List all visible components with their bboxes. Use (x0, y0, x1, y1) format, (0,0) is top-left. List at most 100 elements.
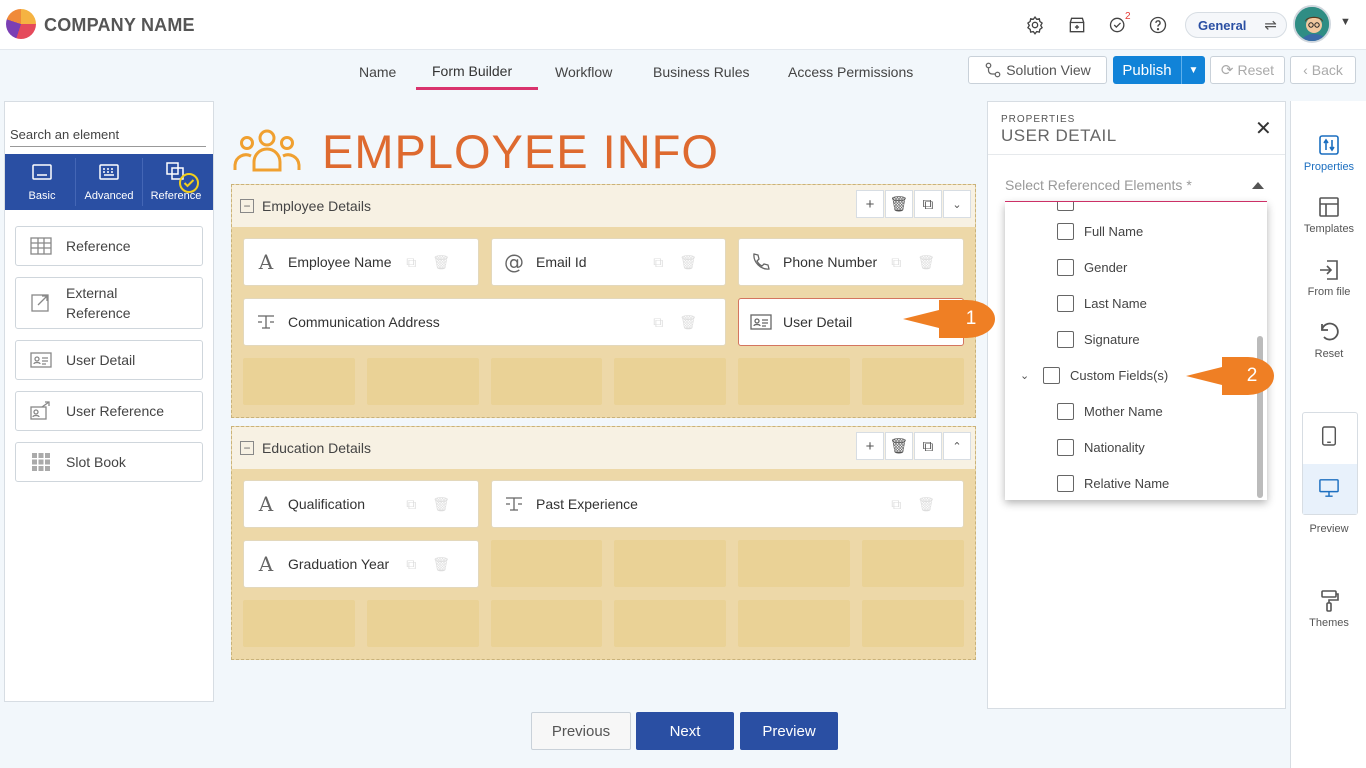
rail-from-file[interactable]: From file (1292, 258, 1366, 298)
empty-slot[interactable] (243, 600, 355, 647)
element-search-input[interactable]: Search an element (10, 127, 206, 147)
field-past-experience[interactable]: Past Experience ⧉🗑 (491, 480, 964, 528)
delete-icon[interactable]: 🗑 (885, 190, 913, 218)
category-advanced[interactable]: Advanced (76, 158, 143, 206)
tab-workflow[interactable]: Workflow (555, 64, 612, 80)
palette-item-user-detail[interactable]: User Detail (15, 340, 203, 380)
checkbox[interactable] (1057, 438, 1074, 456)
rail-label: Properties (1303, 161, 1355, 173)
copy-icon[interactable]: ⧉ (914, 190, 942, 218)
next-button[interactable]: Next (636, 712, 734, 750)
notification-badge: 2 (1125, 11, 1131, 22)
delete-icon[interactable]: 🗑 (885, 432, 913, 460)
option-nationality[interactable]: Nationality (1005, 429, 1255, 465)
field-actions-icon: ⧉🗑 (406, 495, 466, 512)
collapse-icon[interactable]: − (240, 199, 254, 213)
palette-item-reference[interactable]: Reference (15, 226, 203, 266)
user-menu-caret-icon[interactable]: ▼ (1340, 16, 1351, 28)
rail-reset[interactable]: Reset (1292, 320, 1366, 360)
active-tab-indicator (416, 87, 538, 90)
option-label: Gender (1084, 259, 1128, 275)
reset-button[interactable]: ⟳ Reset (1210, 56, 1285, 84)
workspace-switcher[interactable]: General ⇌ (1185, 12, 1287, 38)
solution-view-button[interactable]: Solution View (968, 56, 1107, 84)
option-last-name[interactable]: Last Name (1005, 285, 1255, 321)
callout-1: 1 (903, 300, 995, 338)
empty-slot[interactable] (614, 358, 726, 405)
close-icon[interactable]: ✕ (1255, 116, 1272, 141)
company-name: COMPANY NAME (44, 15, 195, 35)
grid-slots-icon (16, 452, 66, 472)
option-signature[interactable]: Signature (1005, 321, 1255, 357)
empty-slot[interactable] (491, 600, 602, 647)
help-icon[interactable] (1147, 14, 1169, 36)
empty-slot[interactable] (862, 600, 964, 647)
option-label: Signature (1084, 331, 1140, 347)
checkbox[interactable] (1057, 258, 1074, 276)
rail-properties[interactable]: Properties (1292, 133, 1366, 173)
rail-templates[interactable]: Templates (1292, 195, 1366, 235)
checkbox[interactable] (1043, 366, 1060, 384)
tab-business-rules[interactable]: Business Rules (653, 64, 750, 80)
chevron-down-icon[interactable]: ⌄ (943, 190, 971, 218)
store-icon[interactable] (1066, 14, 1088, 36)
caret-up-icon[interactable] (1252, 182, 1264, 189)
add-icon[interactable]: + (856, 190, 884, 218)
option-gender[interactable]: Gender (1005, 249, 1255, 285)
checkbox[interactable] (1057, 474, 1074, 492)
field-phone-number[interactable]: Phone Number ⧉🗑 (738, 238, 964, 286)
copy-icon[interactable]: ⧉ (914, 432, 942, 460)
checkbox[interactable] (1057, 202, 1074, 211)
option-full-name[interactable]: Full Name (1005, 213, 1255, 249)
selected-check-icon (179, 173, 199, 193)
chevron-up-icon[interactable]: ⌃ (943, 432, 971, 460)
palette-item-external-reference[interactable]: External Reference (15, 277, 203, 329)
desktop-icon[interactable] (1318, 478, 1340, 503)
publish-button[interactable]: Publish ▼ (1113, 56, 1205, 84)
external-link-icon (16, 293, 66, 313)
option-relative-name[interactable]: Relative Name (1005, 465, 1255, 500)
referenced-elements-select[interactable]: Select Referenced Elements * (1005, 177, 1267, 202)
empty-slot[interactable] (738, 540, 850, 587)
field-qualification[interactable]: A Qualification ⧉🗑 (243, 480, 479, 528)
empty-slot[interactable] (738, 600, 850, 647)
field-graduation-year[interactable]: A Graduation Year ⧉🗑 (243, 540, 479, 588)
empty-slot[interactable] (862, 540, 964, 587)
add-icon[interactable]: + (856, 432, 884, 460)
tab-name[interactable]: Name (359, 64, 396, 80)
field-email-id[interactable]: @ Email Id ⧉🗑 (491, 238, 726, 286)
empty-slot[interactable] (491, 358, 602, 405)
tab-access-permissions[interactable]: Access Permissions (788, 64, 913, 80)
chevron-down-icon[interactable]: ⌄ (1020, 369, 1043, 382)
field-communication-address[interactable]: Communication Address ⧉🗑 (243, 298, 726, 346)
mobile-icon[interactable] (1320, 425, 1338, 452)
palette-item-user-reference[interactable]: User Reference (15, 391, 203, 431)
option-mother-name[interactable]: Mother Name (1005, 393, 1255, 429)
user-avatar[interactable] (1293, 5, 1331, 43)
settings-gear-icon[interactable] (1024, 14, 1046, 36)
rail-themes[interactable]: Themes (1292, 589, 1366, 629)
publish-dropdown-icon[interactable]: ▼ (1181, 56, 1205, 84)
previous-button[interactable]: Previous (531, 712, 631, 750)
checkbox[interactable] (1057, 294, 1074, 312)
field-label: Email Id (536, 254, 587, 270)
checkbox[interactable] (1057, 222, 1074, 240)
tab-form-builder[interactable]: Form Builder (432, 63, 512, 79)
back-button[interactable]: ‹ Back (1290, 56, 1356, 84)
empty-slot[interactable] (491, 540, 602, 587)
empty-slot[interactable] (738, 358, 850, 405)
checkbox[interactable] (1057, 402, 1074, 420)
empty-slot[interactable] (367, 358, 479, 405)
palette-item-slot-book[interactable]: Slot Book (15, 442, 203, 482)
preview-button[interactable]: Preview (740, 712, 838, 750)
checkbox[interactable] (1057, 330, 1074, 348)
empty-slot[interactable] (614, 540, 726, 587)
empty-slot[interactable] (367, 600, 479, 647)
category-basic[interactable]: Basic (9, 158, 76, 206)
collapse-icon[interactable]: − (240, 441, 254, 455)
field-employee-name[interactable]: A Employee Name ⧉🗑 (243, 238, 479, 286)
empty-slot[interactable] (243, 358, 355, 405)
empty-slot[interactable] (614, 600, 726, 647)
empty-slot[interactable] (862, 358, 964, 405)
category-reference[interactable]: Reference (143, 158, 209, 206)
